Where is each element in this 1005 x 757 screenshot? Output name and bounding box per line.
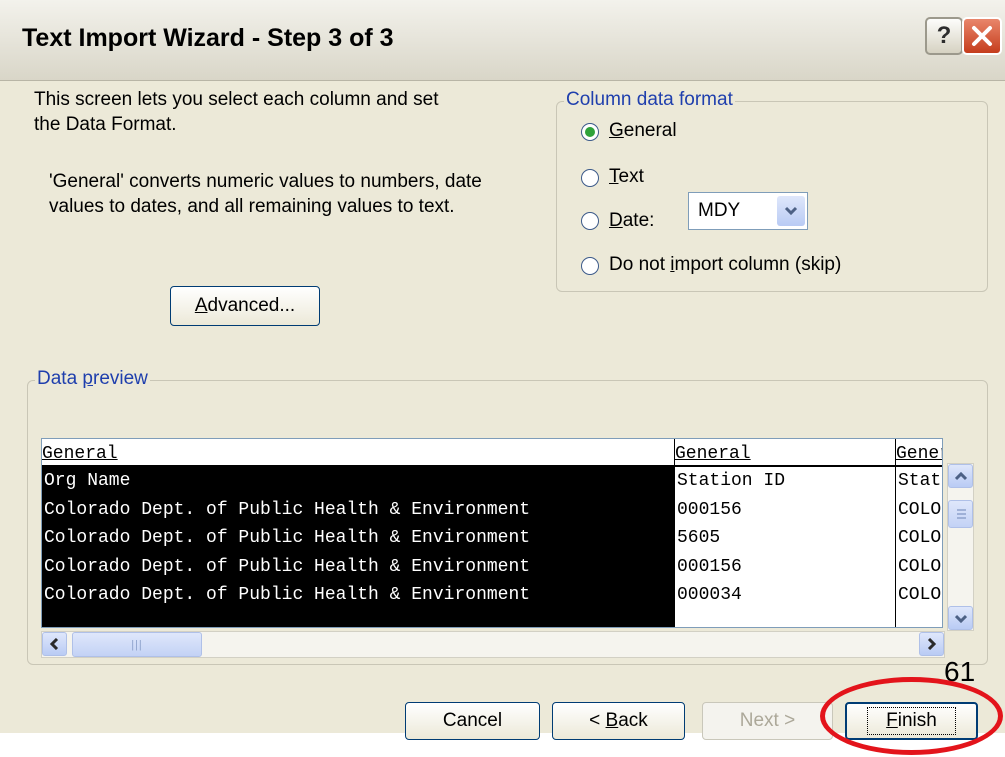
chevron-right-icon	[927, 638, 936, 650]
radio-date-label[interactable]: Date:	[609, 210, 654, 232]
table-cell: Station	[898, 471, 942, 491]
data-preview-grid[interactable]: General Org Name Colorado Dept. of Publi…	[41, 438, 943, 628]
general-description-line1: 'General' converts numeric values to num…	[49, 171, 482, 192]
preview-column-1[interactable]: General Org Name Colorado Dept. of Publi…	[42, 439, 675, 627]
scroll-up-button[interactable]	[948, 464, 973, 488]
radio-skip-label[interactable]: Do not import column (skip)	[609, 254, 841, 276]
preview-column-3[interactable]: General Station COLO COLO COLO COLO	[896, 439, 942, 627]
chevron-left-icon	[50, 638, 59, 650]
table-cell: Colorado Dept. of Public Health & Enviro…	[42, 495, 674, 524]
finish-button-label: Finish	[867, 707, 956, 735]
chevron-down-icon	[784, 206, 798, 216]
column-data-format-legend: Column data format	[564, 89, 735, 111]
horizontal-scroll-thumb[interactable]: |||	[72, 632, 202, 657]
radio-text[interactable]	[581, 169, 599, 187]
preview-column-2[interactable]: General Station ID 000156 5605 000156 00…	[675, 439, 896, 627]
column-header[interactable]: General	[42, 439, 674, 467]
radio-general-label[interactable]: General	[609, 120, 677, 142]
horizontal-scrollbar[interactable]: |||	[41, 631, 945, 658]
text-import-wizard-dialog: Text Import Wizard - Step 3 of 3 ? This …	[0, 0, 1005, 740]
finish-button[interactable]: Finish	[845, 702, 978, 740]
cancel-button[interactable]: Cancel	[405, 702, 540, 740]
close-button[interactable]	[962, 17, 1002, 55]
scroll-right-button[interactable]	[919, 632, 944, 656]
chevron-down-icon	[954, 614, 967, 623]
date-format-select[interactable]: MDY	[688, 192, 808, 230]
intro-text-line2: the Data Format.	[34, 114, 177, 135]
next-button[interactable]: Next >	[702, 702, 833, 740]
column-header[interactable]: General	[896, 439, 942, 467]
table-cell: COLO	[898, 585, 942, 605]
table-cell: 000034	[677, 585, 742, 605]
radio-text-label[interactable]: Text	[609, 166, 644, 188]
table-cell: COLO	[898, 499, 942, 520]
title-bar: Text Import Wizard - Step 3 of 3 ?	[0, 0, 1005, 81]
radio-general[interactable]	[581, 123, 599, 141]
table-cell: Org Name	[42, 467, 674, 496]
window-title: Text Import Wizard - Step 3 of 3	[22, 24, 394, 52]
data-preview-legend: Data preview	[35, 368, 150, 390]
vertical-scroll-thumb[interactable]	[948, 500, 973, 528]
table-cell: COLO	[898, 528, 942, 548]
advanced-button[interactable]: Advanced...	[170, 286, 320, 326]
grip-icon: |||	[131, 638, 143, 651]
close-icon	[972, 26, 992, 46]
table-cell: Colorado Dept. of Public Health & Enviro…	[42, 581, 674, 610]
table-cell: 000156	[677, 556, 742, 577]
table-cell: 5605	[677, 528, 721, 548]
help-icon: ?	[936, 22, 952, 49]
column-header[interactable]: General	[675, 439, 895, 467]
table-cell: Colorado Dept. of Public Health & Enviro…	[42, 524, 674, 553]
back-button-label: < Back	[589, 710, 648, 731]
dropdown-arrow-button[interactable]	[777, 196, 805, 226]
chevron-up-icon	[954, 471, 967, 480]
date-format-value: MDY	[698, 200, 741, 221]
scroll-down-button[interactable]	[948, 606, 973, 630]
intro-text-line1: This screen lets you select each column …	[34, 89, 439, 110]
table-cell: COLO	[898, 556, 942, 577]
back-button[interactable]: < Back	[552, 702, 685, 740]
advanced-button-label: Advanced...	[194, 295, 296, 316]
table-cell: Station ID	[677, 471, 786, 491]
vertical-scrollbar[interactable]	[947, 463, 974, 631]
annotation-number: 61	[944, 656, 976, 687]
scroll-left-button[interactable]	[42, 632, 67, 656]
radio-skip[interactable]	[581, 257, 599, 275]
radio-date[interactable]	[581, 212, 599, 230]
help-button[interactable]: ?	[925, 17, 963, 55]
table-cell: 000156	[677, 499, 742, 520]
grip-icon	[957, 509, 966, 519]
table-cell: Colorado Dept. of Public Health & Enviro…	[42, 552, 674, 581]
radio-selected-dot	[585, 127, 595, 137]
general-description-line2: values to dates, and all remaining value…	[49, 196, 455, 217]
